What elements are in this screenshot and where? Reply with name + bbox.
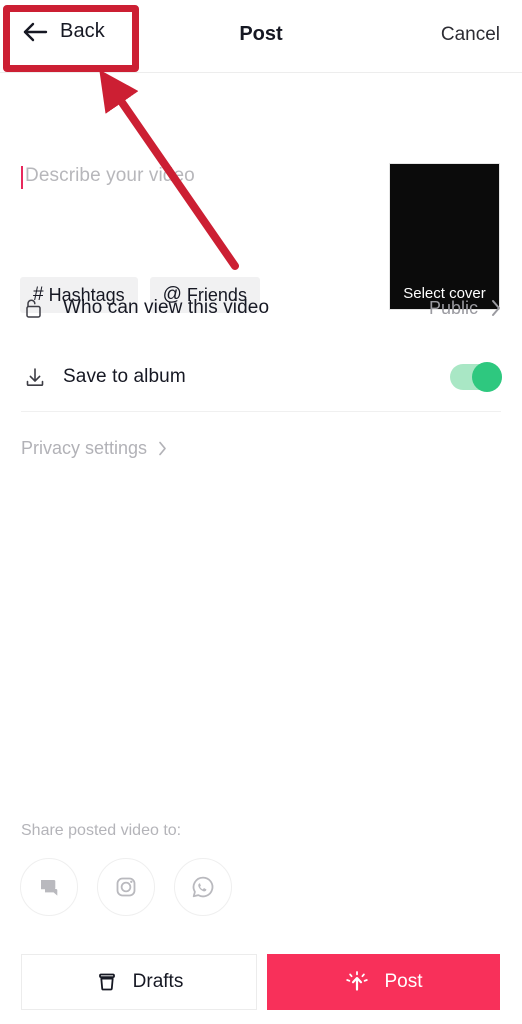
share-targets: [20, 858, 232, 916]
section-divider: [21, 411, 501, 412]
row-save-to-album[interactable]: Save to album: [0, 343, 522, 411]
chevron-right-icon: [492, 300, 500, 316]
share-target-instagram[interactable]: [97, 858, 155, 916]
post-screen: Back Post Cancel Describe your video # H…: [0, 0, 522, 1024]
chevron-right-icon: [159, 441, 166, 456]
share-target-whatsapp[interactable]: [174, 858, 232, 916]
chat-bubbles-icon: [41, 880, 58, 896]
app-header: Back Post Cancel: [0, 0, 522, 73]
post-button[interactable]: Post: [267, 954, 500, 1010]
upload-burst-icon: [346, 971, 369, 991]
row-who-can-view-value: Public: [428, 297, 478, 318]
drafts-button[interactable]: Drafts: [21, 954, 257, 1010]
cancel-button[interactable]: Cancel: [441, 24, 500, 46]
toggle-knob: [472, 362, 502, 392]
share-target-messages[interactable]: [20, 858, 78, 916]
text-caret: [21, 166, 23, 189]
drafts-button-label: Drafts: [132, 971, 184, 992]
row-save-to-album-label: Save to album: [63, 366, 186, 387]
download-icon: [26, 368, 44, 386]
instagram-icon: [116, 877, 136, 897]
description-section: Describe your video # Hashtags @ Friends…: [0, 73, 522, 313]
privacy-settings-link[interactable]: Privacy settings: [21, 438, 168, 459]
post-button-label: Post: [384, 971, 423, 992]
share-section-label: Share posted video to:: [21, 822, 182, 839]
description-input[interactable]: Describe your video: [25, 165, 195, 187]
row-who-can-view-label: Who can view this video: [63, 297, 270, 318]
whatsapp-icon: [192, 876, 214, 898]
unlock-icon: [26, 299, 41, 318]
privacy-settings-label: Privacy settings: [21, 438, 148, 458]
save-to-album-toggle[interactable]: [450, 362, 502, 392]
row-who-can-view[interactable]: Who can view this video Public: [0, 274, 522, 342]
archive-box-icon: [98, 973, 115, 991]
